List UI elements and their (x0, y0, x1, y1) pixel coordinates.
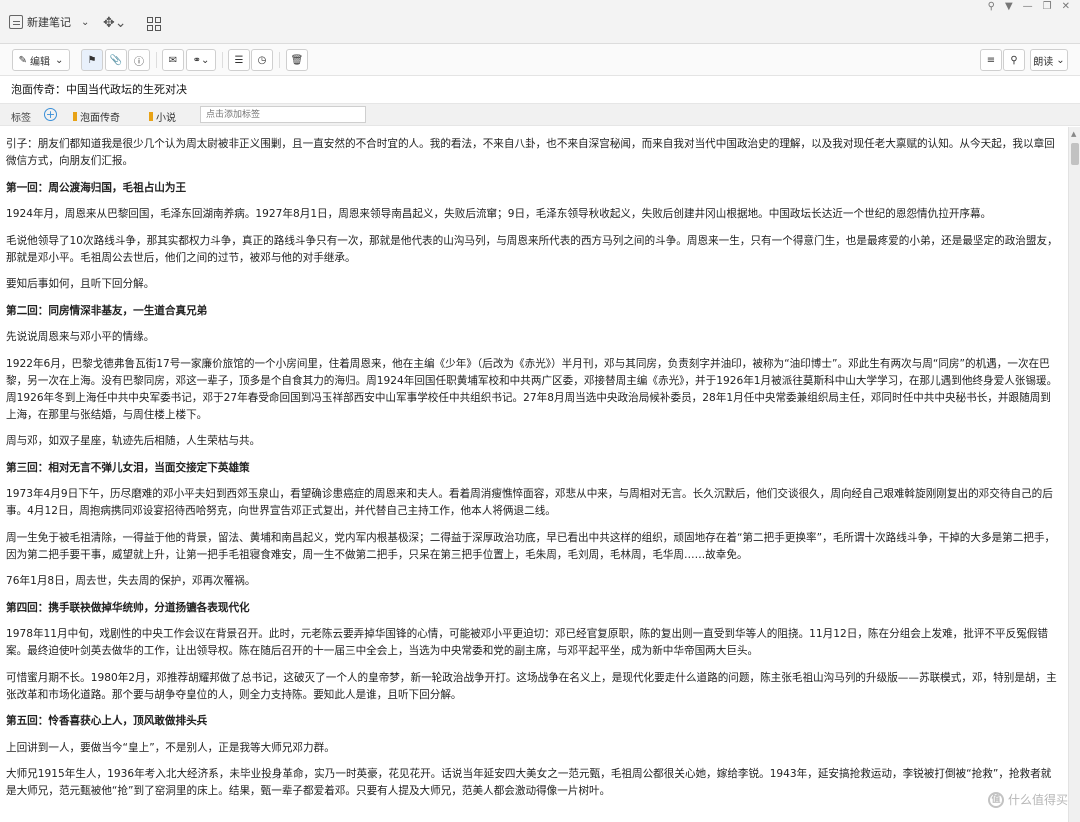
delete-button[interactable]: 🗑 (286, 49, 308, 71)
paragraph: 1922年6月，巴黎戈德弗鲁瓦街17号一家廉价旅馆的一个小房间里，住着周恩来，他… (6, 357, 1058, 421)
paragraph: 要知后事如何，且听下回分解。 (6, 278, 155, 290)
clock-icon: ◷ (257, 54, 267, 66)
scroll-thumb[interactable] (1071, 143, 1079, 165)
list-icon: ≡ (986, 54, 996, 66)
tag-flag-icon (149, 112, 153, 121)
grid-view-icon[interactable] (147, 17, 161, 31)
tag-text: 小说 (156, 113, 176, 124)
top-bar: 新建笔记 ⌄ ✥⌄ ⚲ ▼ — ❐ ✕ (0, 0, 1080, 44)
chapter-heading: 第三回：相对无言不弹儿女泪，当面交接定下英雄策 (6, 461, 250, 474)
restore-icon[interactable]: ❐ (1043, 1, 1052, 12)
paragraph: 76年1月8日，周去世，失去周的保护，邓再次罹祸。 (6, 575, 256, 587)
tag-bar: 标签 + 泡面传奇 小说 (0, 103, 1080, 126)
comment-button[interactable]: ☰ (228, 49, 250, 71)
share-icon: ⚭⌄ (192, 54, 210, 66)
watermark-text: 什么值得买 (1007, 793, 1068, 807)
info-icon: ⓘ (134, 56, 144, 68)
paragraph: 1973年4月9日下午，历尽磨难的邓小平夫妇到西郊玉泉山，看望确诊患癌症的周恩来… (6, 488, 1053, 517)
chapter-heading: 第一回：周公渡海归国，毛祖占山为王 (6, 181, 187, 194)
tag-label: 标签 (11, 113, 31, 124)
read-aloud-button[interactable]: 朗读 ⌄ (1030, 49, 1068, 71)
tag-item[interactable]: 小说 (149, 109, 176, 124)
bookmark-icon: ⚑ (87, 54, 97, 66)
scroll-up-icon[interactable]: ▲ (1071, 130, 1076, 138)
paragraph: 毛说他领导了10次路线斗争，那其实都权力斗争，真正的路线斗争只有一次，那就是他代… (6, 234, 1058, 264)
site-watermark: 值 什么值得买 (987, 791, 1068, 808)
new-note-button[interactable]: 新建笔记 ⌄ (9, 14, 89, 30)
bookmark-button[interactable]: ⚑ (81, 49, 103, 71)
minimize-icon[interactable]: — (1023, 1, 1033, 12)
comment-icon: ☰ (234, 54, 244, 66)
info-button[interactable]: ⓘ (128, 49, 150, 71)
new-note-icon (9, 15, 23, 29)
chapter-heading: 第五回：怜香喜获心上人，顶风敢做排头兵 (6, 715, 208, 727)
note-content[interactable]: 引子：朋友们都知道我是很少几个认为周太尉被非正义围剿，且一直安然的不合时宜的人。… (0, 127, 1066, 822)
pin-icon[interactable]: ⚲ (988, 1, 995, 12)
attachment-icon: 📎 (109, 54, 123, 66)
close-icon[interactable]: ✕ (1062, 1, 1070, 12)
share-button[interactable]: ⚭⌄ (186, 49, 216, 71)
search-button[interactable]: ⚲ (1003, 49, 1025, 71)
chapter-heading: 第四回：携手联袂做掉华统帅，分道扬镳各表现代化 (6, 601, 250, 614)
edit-label: 编辑 (30, 56, 50, 68)
paragraph: 大师兄1915年生人，1936年考入北大经济系，未毕业投身革命，实乃一时英豪，花… (6, 768, 1052, 797)
paragraph: 引子：朋友们都知道我是很少几个认为周太尉被非正义围剿，且一直安然的不合时宜的人。… (6, 138, 1055, 167)
tag-text: 泡面传奇 (80, 113, 120, 124)
vertical-scrollbar[interactable]: ▲ (1068, 127, 1080, 822)
note-toolbar: ✎ 编辑 ⌄ ⚑ 📎 ⓘ ✉ ⚭⌄ ☰ ◷ 🗑 ≡ ⚲ 朗读 ⌄ (0, 44, 1080, 76)
paragraph: 可惜蜜月期不长。1980年2月，邓推荐胡耀邦做了总书记，这破灭了一个人的皇帝梦，… (6, 671, 1057, 701)
chapter-heading: 第二回：同房情深非基友，一生道合真兄弟 (6, 304, 208, 317)
add-tag-input[interactable] (200, 106, 366, 123)
new-note-label: 新建笔记 (27, 16, 71, 29)
edit-icon: ✎ (18, 54, 27, 66)
dropdown-icon[interactable]: ▼ (1005, 1, 1013, 12)
paragraph: 1924年月，周恩来从巴黎回国，毛泽东回湖南养病。1927年8月1日，周恩来领导… (6, 208, 992, 220)
mail-icon: ✉ (168, 54, 178, 66)
paragraph: 1978年11月中旬，戏剧性的中央工作会议在背景召开。此时，元老陈云要弄掉华国锋… (6, 628, 1049, 657)
trash-icon: 🗑 (290, 54, 304, 66)
search-icon: ⚲ (1010, 54, 1018, 66)
attachment-button[interactable]: 📎 (105, 49, 127, 71)
paragraph: 上回讲到一人，要做当今“皇上”，不是别人，正是我等大师兄邓力群。 (6, 741, 335, 754)
tag-flag-icon (73, 112, 77, 121)
window-controls: ⚲ ▼ — ❐ ✕ (988, 1, 1070, 12)
share-mail-button[interactable]: ✉ (162, 49, 184, 71)
watermark-logo-icon: 值 (987, 791, 1004, 808)
chevron-down-icon: ⌄ (1056, 54, 1065, 66)
add-tag-icon[interactable]: + (44, 108, 57, 121)
read-aloud-label: 朗读 (1033, 56, 1054, 68)
paragraph: 先说说周恩来与邓小平的情缘。 (6, 331, 155, 343)
outline-button[interactable]: ≡ (980, 49, 1002, 71)
tag-item[interactable]: 泡面传奇 (73, 109, 120, 124)
note-title[interactable]: 泡面传奇：中国当代政坛的生死对决 (11, 81, 187, 97)
paragraph: 周与邓，如双子星座，轨迹先后相随，人生荣枯与共。 (6, 435, 261, 447)
history-button[interactable]: ◷ (251, 49, 273, 71)
move-icon[interactable]: ✥⌄ (103, 15, 126, 31)
edit-button[interactable]: ✎ 编辑 ⌄ (12, 49, 70, 71)
chevron-down-icon[interactable]: ⌄ (81, 17, 89, 28)
paragraph: 周一生免于被毛祖清除，一得益于他的背景，留法、黄埔和南昌起义，党内军内根基极深；… (6, 531, 1056, 561)
chevron-down-icon: ⌄ (55, 54, 64, 66)
